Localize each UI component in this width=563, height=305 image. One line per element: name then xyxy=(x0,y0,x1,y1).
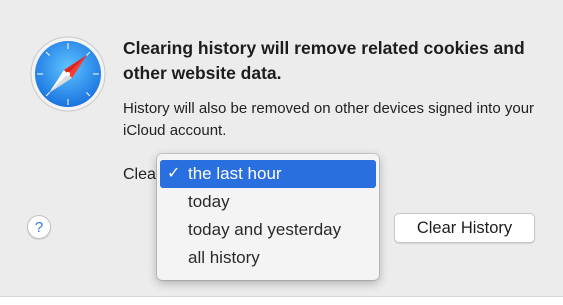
menu-item-label: all history xyxy=(188,248,260,267)
menu-item-today[interactable]: today xyxy=(157,188,379,216)
menu-item-label: today and yesterday xyxy=(188,220,342,239)
menu-item-all-history[interactable]: all history xyxy=(157,244,379,272)
help-button[interactable]: ? xyxy=(27,215,51,239)
history-range-dropdown-menu: ✓ the last hour today today and yesterda… xyxy=(157,154,379,280)
question-mark-icon: ? xyxy=(34,219,44,236)
clear-history-dialog: Clearing history will remove related coo… xyxy=(0,0,563,297)
safari-compass-icon xyxy=(30,36,106,112)
clear-history-button[interactable]: Clear History xyxy=(394,213,535,243)
menu-item-label: the last hour xyxy=(188,164,282,183)
checkmark-icon: ✓ xyxy=(167,165,181,182)
dialog-info-text: History will also be removed on other de… xyxy=(123,100,535,139)
clear-range-label: Clear xyxy=(123,166,162,183)
dialog-heading: Clearing history will remove related coo… xyxy=(123,38,525,83)
menu-item-last-hour[interactable]: ✓ the last hour xyxy=(160,160,376,188)
menu-item-today-and-yesterday[interactable]: today and yesterday xyxy=(157,216,379,244)
menu-item-label: today xyxy=(188,192,230,211)
